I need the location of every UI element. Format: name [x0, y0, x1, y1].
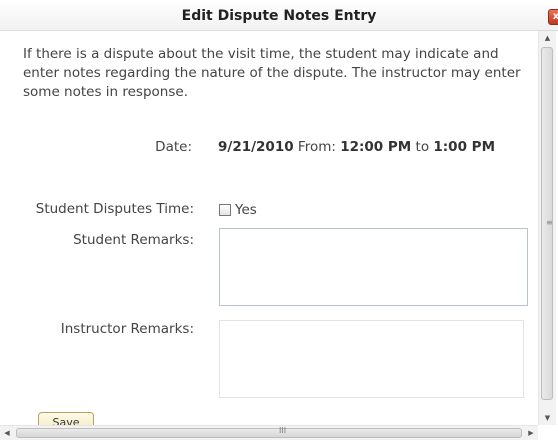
to-label: to	[415, 139, 430, 155]
save-button[interactable]: Save	[38, 412, 94, 425]
from-time: 12:00 PM	[340, 139, 412, 155]
to-time: 1:00 PM	[433, 139, 495, 155]
student-remarks-label: Student Remarks:	[73, 232, 194, 248]
disputes-yes-option[interactable]: Yes	[219, 202, 257, 218]
horizontal-scrollbar[interactable]: ◀ III ▶	[0, 425, 538, 440]
horizontal-grip-icon: III	[279, 426, 287, 435]
disputes-yes-label[interactable]: Yes	[235, 202, 257, 218]
vertical-scrollbar[interactable]: ▲ ≡ ▼	[538, 31, 556, 425]
scroll-down-icon[interactable]: ▼	[539, 411, 556, 425]
vertical-grip-icon: ≡	[546, 218, 553, 227]
student-remarks-textarea[interactable]	[219, 228, 528, 306]
vertical-scroll-thumb[interactable]: ≡	[541, 47, 553, 400]
scroll-left-icon[interactable]: ◀	[0, 426, 14, 440]
visit-date: 9/21/2010	[218, 139, 294, 155]
disputes-time-label: Student Disputes Time:	[35, 201, 194, 217]
visit-datetime: 9/21/2010 From: 12:00 PM to 1:00 PM	[218, 139, 495, 155]
scroll-up-icon[interactable]: ▲	[539, 31, 556, 45]
intro-text: If there is a dispute about the visit ti…	[23, 46, 521, 100]
edit-dispute-dialog: Edit Dispute Notes Entry x If there is a…	[0, 0, 558, 440]
dialog-content: If there is a dispute about the visit ti…	[0, 31, 538, 425]
instructor-remarks-label: Instructor Remarks:	[60, 321, 194, 337]
dialog-titlebar[interactable]: Edit Dispute Notes Entry x	[0, 0, 558, 31]
close-icon[interactable]: x	[548, 9, 558, 25]
instructor-remarks-textarea[interactable]	[219, 320, 524, 398]
scroll-right-icon[interactable]: ▶	[524, 426, 538, 440]
disputes-checkbox[interactable]	[219, 204, 231, 216]
dialog-title: Edit Dispute Notes Entry	[181, 8, 377, 24]
date-label: Date:	[155, 139, 192, 155]
horizontal-scroll-thumb[interactable]: III	[16, 426, 522, 438]
from-label: From:	[297, 139, 336, 155]
